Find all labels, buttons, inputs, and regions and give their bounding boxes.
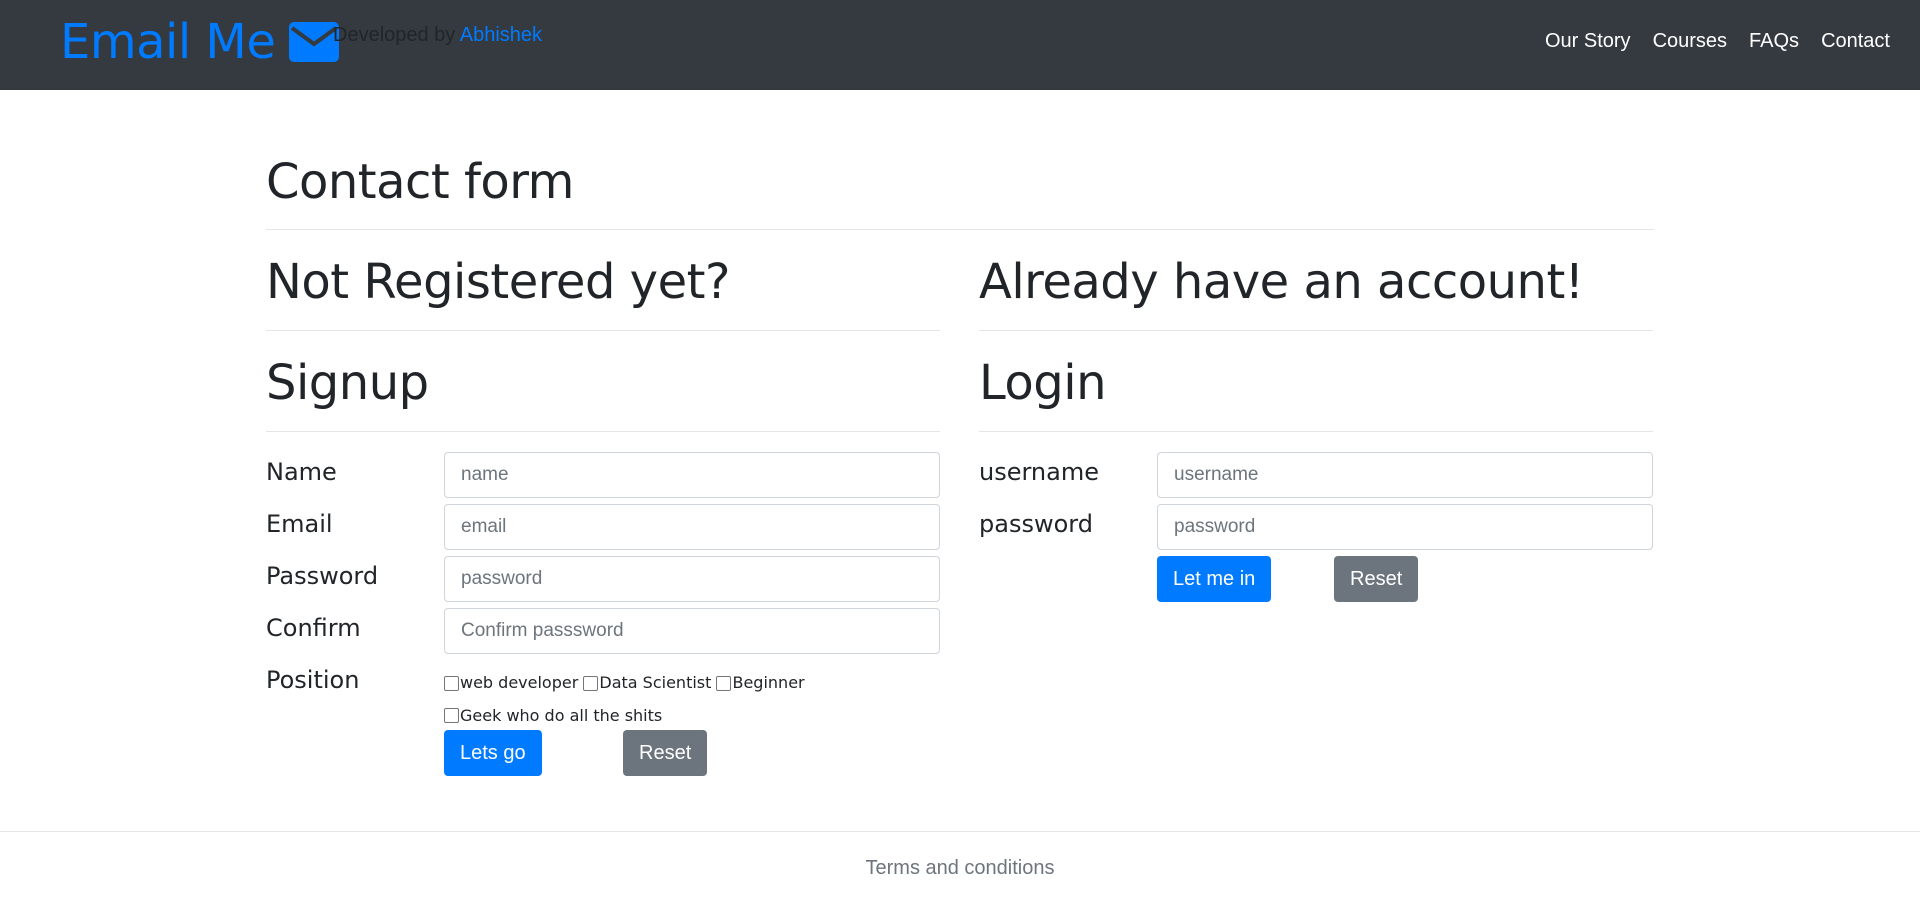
position-option-web-developer: web developer	[444, 668, 578, 698]
name-label: Name	[266, 458, 337, 486]
username-label: username	[979, 458, 1099, 486]
login-username-row: username	[979, 452, 1653, 504]
login-password-input[interactable]	[1157, 504, 1653, 550]
signup-reset-button[interactable]: Reset	[623, 730, 708, 776]
signup-password-row: Password	[266, 556, 940, 608]
login-heading: Login	[979, 355, 1107, 411]
position-checkboxes: web developer Data Scientist Beginner Ge…	[444, 668, 940, 733]
login-column: Already have an account! Login username …	[979, 230, 1653, 606]
confirm-label: Confirm	[266, 614, 361, 642]
position-option-geek: Geek who do all the shits	[444, 701, 662, 731]
web-developer-label: web developer	[460, 673, 579, 692]
login-question: Already have an account!	[979, 254, 1584, 310]
signup-column: Not Registered yet? Signup Name Email Pa…	[266, 230, 940, 780]
data-scientist-checkbox[interactable]	[583, 675, 599, 691]
password-label: Password	[266, 562, 379, 590]
login-heading-divider	[979, 431, 1653, 432]
confirm-password-input[interactable]	[444, 608, 940, 654]
data-scientist-label: Data Scientist	[599, 673, 712, 692]
signup-form: Name Email Password Confirm Position	[266, 452, 940, 780]
email-label: Email	[266, 510, 333, 538]
signup-question: Not Registered yet?	[266, 254, 730, 310]
signup-confirm-row: Confirm	[266, 608, 940, 660]
login-reset-button[interactable]: Reset	[1334, 556, 1419, 602]
developer-prefix: Developed by	[333, 24, 460, 46]
name-input[interactable]	[444, 452, 940, 498]
geek-label: Geek who do all the shits	[460, 705, 663, 725]
nav-faqs[interactable]: FAQs	[1749, 30, 1799, 53]
position-option-beginner: Beginner	[716, 668, 805, 698]
forms-row: Not Registered yet? Signup Name Email Pa…	[266, 230, 1654, 776]
signup-position-row: Position web developer Data Scientist Be…	[266, 660, 940, 725]
beginner-label: Beginner	[732, 673, 805, 692]
developer-link[interactable]: Abhishek	[460, 24, 542, 46]
envelope-icon	[289, 22, 340, 62]
page-title: Contact form	[266, 154, 574, 210]
signup-question-divider	[266, 330, 940, 331]
lets-go-button[interactable]: Lets go	[444, 730, 542, 776]
signup-buttons: Lets go Reset	[266, 730, 940, 780]
nav-our-story[interactable]: Our Story	[1545, 30, 1631, 53]
position-label: Position	[266, 666, 360, 694]
brand-link[interactable]: Email Me	[60, 12, 340, 72]
beginner-checkbox[interactable]	[716, 675, 732, 691]
nav-contact[interactable]: Contact	[1821, 30, 1890, 53]
signup-heading-divider	[266, 431, 940, 432]
geek-checkbox[interactable]	[444, 708, 459, 723]
navbar: Email Me Developed by Abhishek Our Story…	[0, 0, 1920, 90]
signup-heading: Signup	[266, 355, 429, 411]
login-buttons: Let me in Reset	[979, 556, 1653, 606]
login-password-row: password	[979, 504, 1653, 556]
login-form: username password Let me in Reset	[979, 452, 1653, 606]
username-input[interactable]	[1157, 452, 1653, 498]
signup-email-row: Email	[266, 504, 940, 556]
nav-courses[interactable]: Courses	[1653, 30, 1727, 53]
password-input[interactable]	[444, 556, 940, 602]
footer-divider	[0, 831, 1920, 832]
main-content: Contact form Not Registered yet? Signup …	[266, 150, 1654, 776]
position-option-data-scientist: Data Scientist	[583, 668, 711, 698]
brand-title: Email Me	[60, 14, 276, 70]
login-question-divider	[979, 330, 1653, 331]
login-password-label: password	[979, 510, 1093, 538]
terms-link[interactable]: Terms and conditions	[0, 857, 1920, 880]
developer-credit: Developed by Abhishek	[333, 24, 542, 47]
let-me-in-button[interactable]: Let me in	[1157, 556, 1272, 602]
email-input[interactable]	[444, 504, 940, 550]
web-developer-checkbox[interactable]	[444, 675, 459, 691]
nav-links: Our Story Courses FAQs Contact	[1523, 30, 1890, 53]
signup-name-row: Name	[266, 452, 940, 504]
